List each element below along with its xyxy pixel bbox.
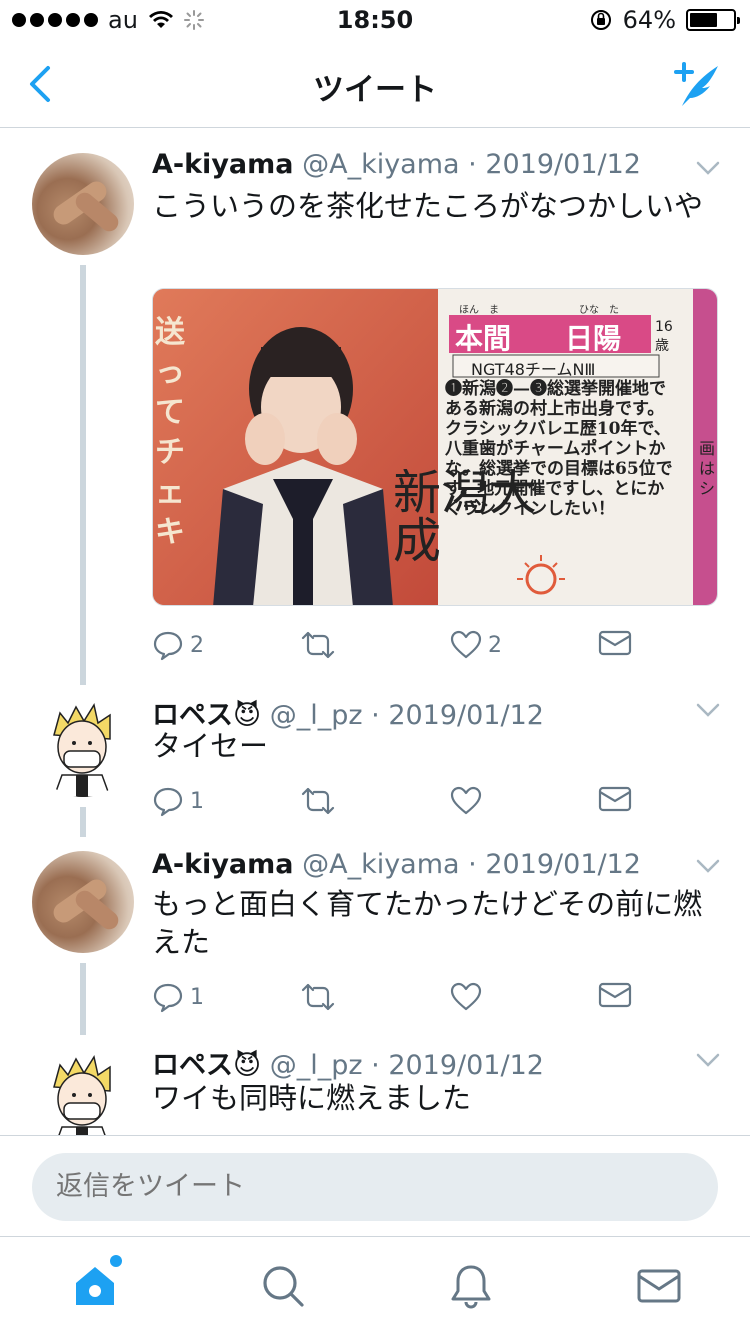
avatar[interactable]: [32, 851, 134, 953]
like-button[interactable]: [450, 785, 482, 817]
thread-line: [80, 807, 86, 837]
clipping-age-unit: 歳: [655, 338, 669, 354]
status-right: 64%: [589, 6, 740, 34]
tweet-date: · 2019/01/12: [468, 849, 641, 880]
reply-bar: [0, 1135, 750, 1235]
tweet-text: タイセー: [152, 729, 269, 763]
display-name[interactable]: ロペス😈: [152, 1050, 261, 1081]
reply-button[interactable]: 2: [152, 629, 204, 661]
reply-icon: [153, 787, 183, 817]
like-button[interactable]: 2: [450, 629, 502, 661]
envelope-icon: [598, 630, 632, 656]
clipping-heading-2: 日陽: [565, 322, 622, 355]
tweet-header: A-kiyama @A_kiyama · 2019/01/12: [152, 849, 641, 880]
battery-percent: 64%: [622, 6, 676, 34]
reply-count: 1: [190, 788, 204, 814]
tweet-text: こういうのを茶化せたころがなつかしいや: [152, 189, 704, 223]
tweet-actions: 2 2: [152, 629, 632, 669]
reply-icon: [153, 631, 183, 661]
display-name[interactable]: A-kiyama: [152, 849, 294, 880]
tweet[interactable]: A-kiyama @A_kiyama · 2019/01/12 こういうのを茶化…: [0, 129, 750, 689]
dm-share-button[interactable]: [598, 981, 632, 1009]
rotation-lock-icon: [590, 10, 611, 30]
clipping-side-text: 送ってチェキ: [155, 315, 185, 550]
tab-notifications[interactable]: [446, 1261, 496, 1311]
tweet-header: A-kiyama @A_kiyama · 2019/01/12: [152, 149, 641, 180]
tweet[interactable]: ロペス😈 @_l_pz · 2019/01/12 タイセー 1: [0, 685, 750, 837]
reply-count: 2: [190, 632, 204, 658]
heart-icon: [450, 786, 482, 815]
notifications-icon: [451, 1265, 491, 1309]
clipping-ruby-2: ひな た: [579, 305, 619, 316]
battery-icon: [686, 9, 740, 31]
display-name[interactable]: A-kiyama: [152, 149, 294, 180]
tweet-text: ワイも同時に燃えました: [152, 1081, 472, 1115]
handle[interactable]: @_l_pz: [270, 1050, 363, 1081]
tweet[interactable]: ロペス😈 @_l_pz · 2019/01/12 ワイも同時に燃えました: [0, 1035, 750, 1135]
messages-icon: [637, 1269, 681, 1303]
envelope-icon: [598, 786, 632, 812]
retweet-button[interactable]: [300, 981, 336, 1013]
tweet-header: ロペス😈 @_l_pz · 2019/01/12: [152, 1043, 544, 1082]
page-title: ツイート: [313, 72, 437, 108]
like-count: 2: [488, 632, 502, 658]
tab-home[interactable]: [70, 1255, 122, 1311]
tweet-image[interactable]: 送ってチェキ ほん ま ひな た 本間 日陽 16 歳 NGT48チームNⅢ ❶…: [152, 288, 718, 606]
tweet-date: · 2019/01/12: [468, 149, 641, 180]
heart-icon: [450, 630, 482, 659]
chevron-down-icon[interactable]: [696, 859, 720, 873]
chevron-down-icon[interactable]: [696, 1053, 720, 1067]
chevron-down-icon[interactable]: [696, 161, 720, 175]
dm-share-button[interactable]: [598, 785, 632, 813]
clipping-team: NGT48チームNⅢ: [471, 360, 596, 379]
avatar[interactable]: [32, 153, 134, 255]
tweet-actions: 1: [152, 785, 632, 825]
reply-button[interactable]: 1: [152, 785, 204, 817]
notification-dot: [110, 1255, 122, 1267]
clipping-age-number: 16: [655, 319, 673, 335]
retweet-icon: [301, 983, 335, 1011]
clipping-right-edge-text: 画はシ: [699, 439, 716, 498]
retweet-icon: [301, 787, 335, 815]
reply-button[interactable]: 1: [152, 981, 204, 1013]
thread-line: [80, 963, 86, 1035]
envelope-icon: [598, 982, 632, 1008]
handle[interactable]: @A_kiyama: [302, 149, 459, 180]
search-icon: [263, 1266, 304, 1307]
reply-icon: [153, 983, 183, 1013]
tweet-text: もっと面白く育てたかったけどその前に燃えた: [152, 887, 703, 959]
tweet-actions: 1: [152, 981, 632, 1021]
thread-line: [80, 265, 86, 685]
reply-count: 1: [190, 984, 204, 1010]
clipping-heading-1: 本間: [455, 322, 512, 355]
tweet[interactable]: A-kiyama @A_kiyama · 2019/01/12 もっと面白く育て…: [0, 835, 750, 1035]
tab-search[interactable]: [258, 1261, 308, 1311]
retweet-button[interactable]: [300, 785, 336, 817]
retweet-icon: [301, 631, 335, 659]
chevron-down-icon[interactable]: [696, 703, 720, 717]
status-bar: au 18:50 64%: [0, 0, 750, 40]
reply-input[interactable]: [32, 1153, 718, 1221]
home-icon: [76, 1267, 114, 1305]
tweet-date: · 2019/01/12: [371, 1050, 544, 1081]
handle[interactable]: @A_kiyama: [302, 849, 459, 880]
dm-share-button[interactable]: [598, 629, 632, 657]
avatar[interactable]: [32, 695, 134, 797]
navigation-bar: ツイート: [0, 40, 750, 128]
tab-bar: [0, 1236, 750, 1334]
avatar-illustration: [53, 703, 111, 797]
heart-icon: [450, 982, 482, 1011]
avatar[interactable]: [32, 1047, 134, 1135]
avatar-illustration: [53, 1055, 111, 1135]
tweet-thread[interactable]: A-kiyama @A_kiyama · 2019/01/12 こういうのを茶化…: [0, 129, 750, 1135]
clipping-ruby-1: ほん ま: [459, 305, 499, 316]
retweet-button[interactable]: [300, 629, 342, 661]
clipping-big-text: 新潟大成: [393, 469, 538, 569]
tab-messages[interactable]: [634, 1261, 684, 1311]
compose-tweet-icon[interactable]: [668, 58, 724, 110]
like-button[interactable]: [450, 981, 482, 1013]
